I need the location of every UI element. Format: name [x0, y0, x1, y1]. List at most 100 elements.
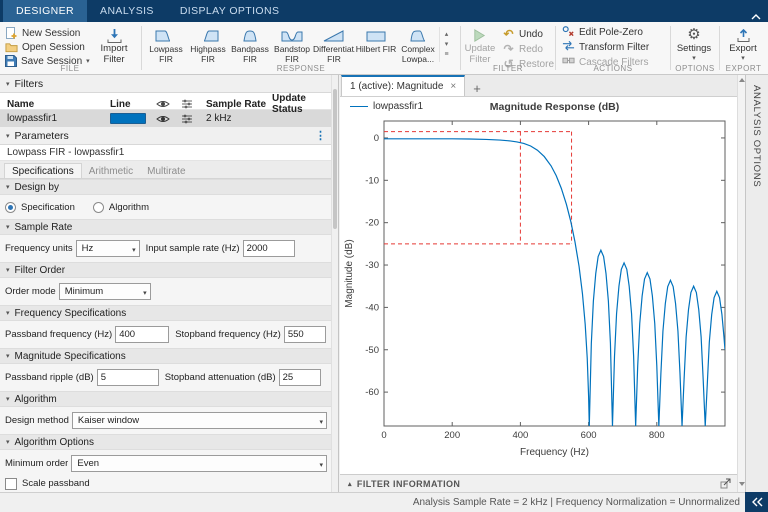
new-session-button[interactable]: New Session — [5, 26, 92, 39]
filter-properties-icon[interactable] — [181, 114, 206, 124]
complex-lowpass-icon — [410, 30, 426, 42]
magnitude-response-plot[interactable]: 0 200 400 600 800 0 -10 -20 -30 -40 -50 -60 Magnitud… — [340, 97, 737, 474]
passband-frequency-field[interactable] — [115, 326, 170, 343]
figure-tab-bar: 1 (active): Magnitude × + — [340, 75, 737, 97]
export-button[interactable]: Export ▾ — [721, 24, 765, 62]
svg-text:-20: -20 — [365, 218, 379, 229]
section-algorithm-options[interactable]: ▾ Algorithm Options — [0, 434, 332, 450]
section-design-by[interactable]: ▾ Design by — [0, 179, 332, 195]
analysis-options-corner-toggle[interactable] — [745, 492, 768, 512]
bandpass-fir-icon — [243, 30, 257, 42]
plot-legend: lowpassfir1 — [346, 100, 428, 113]
filter-information-bar[interactable]: ▴ FILTER INFORMATION — [340, 474, 737, 492]
redo-icon: ↷ — [503, 42, 514, 56]
passband-ripple-field[interactable] — [96, 369, 159, 386]
visibility-column-eye-icon — [156, 99, 181, 109]
new-figure-tab-icon[interactable]: + — [465, 81, 489, 96]
design-method-combo[interactable]: Kaiser window ▾ — [71, 412, 327, 429]
stopband-frequency-field[interactable] — [283, 326, 326, 343]
tab-multirate[interactable]: Multirate — [140, 164, 192, 178]
figure-scrollbar[interactable] — [737, 75, 745, 492]
ribbon-divider — [460, 26, 461, 70]
figure-panel: 1 (active): Magnitude × + 0 200 400 600 800 0… — [340, 75, 737, 492]
gallery-up-icon[interactable]: ▴ — [445, 31, 449, 38]
radio-algorithm[interactable] — [92, 201, 104, 213]
close-tab-icon[interactable]: × — [450, 81, 456, 92]
radio-specification[interactable] — [5, 201, 16, 213]
parameters-menu-icon[interactable]: ⋮ — [315, 129, 326, 142]
section-label-export: EXPORT — [725, 64, 762, 73]
filters-panel-header[interactable]: ▾ Filters — [0, 75, 332, 93]
parameters-subtitle: Lowpass FIR - lowpassfir1 — [0, 145, 332, 161]
minimum-order-combo[interactable]: Even ▾ — [71, 455, 327, 472]
left-panel-scrollbar[interactable] — [331, 75, 338, 492]
popout-icon[interactable] — [720, 478, 731, 491]
left-panel: ▾ Filters Name Line Sample Rate Update S… — [0, 75, 339, 492]
expand-up-icon: ▴ — [348, 480, 352, 488]
legend-line-sample — [350, 106, 368, 107]
edit-pole-zero-button[interactable]: Edit Pole-Zero — [562, 25, 669, 38]
svg-text:Magnitude Response (dB): Magnitude Response (dB) — [490, 101, 620, 113]
figure-tab-magnitude[interactable]: 1 (active): Magnitude × — [341, 75, 466, 96]
redo-button[interactable]: ↷ Redo — [502, 43, 554, 55]
section-algorithm[interactable]: ▾ Algorithm — [0, 391, 332, 407]
svg-text:-30: -30 — [365, 260, 379, 271]
tab-designer[interactable]: DESIGNER — [3, 0, 88, 22]
section-label-options: OPTIONS — [675, 64, 715, 73]
section-sample-rate[interactable]: ▾ Sample Rate — [0, 219, 332, 235]
section-frequency-specifications[interactable]: ▾ Frequency Specifications — [0, 305, 332, 321]
line-color-swatch[interactable] — [110, 113, 146, 124]
differentiator-fir-icon — [323, 30, 344, 42]
status-text: Analysis Sample Rate = 2 kHz | Frequency… — [412, 497, 740, 508]
scrollbar-thumb[interactable] — [333, 89, 337, 229]
import-filter-icon — [106, 27, 123, 44]
status-bar: Analysis Sample Rate = 2 kHz | Frequency… — [0, 492, 768, 512]
svg-text:0: 0 — [374, 133, 379, 144]
gear-icon: ⚙ — [687, 26, 701, 44]
visibility-eye-icon[interactable] — [156, 114, 181, 124]
scroll-up-icon[interactable] — [738, 78, 745, 82]
order-mode-combo[interactable]: Minimum ▾ — [58, 283, 151, 300]
parameters-panel-header[interactable]: ▾ Parameters ⋮ — [0, 127, 332, 145]
bandstop-fir-icon — [281, 31, 303, 42]
combo-caret-icon: ▾ — [143, 290, 147, 297]
collapse-parameters-icon: ▾ — [6, 132, 10, 140]
tab-analysis[interactable]: ANALYSIS — [87, 0, 167, 22]
undo-button[interactable]: ↶ Undo — [502, 28, 554, 40]
frequency-units-combo[interactable]: Hz ▾ — [75, 240, 140, 257]
parameters-tabs: Specifications Arithmetic Multirate — [0, 161, 332, 179]
properties-column-icon — [181, 99, 206, 109]
settings-button[interactable]: ⚙ Settings ▾ — [672, 24, 716, 61]
transform-filter-button[interactable]: Transform Filter — [562, 40, 669, 53]
update-filter-icon — [472, 27, 487, 44]
section-magnitude-specifications[interactable]: ▾ Magnitude Specifications — [0, 348, 332, 364]
svg-text:400: 400 — [512, 430, 528, 441]
ribbon-divider — [719, 26, 720, 70]
open-session-button[interactable]: Open Session — [5, 41, 92, 53]
svg-text:600: 600 — [581, 430, 597, 441]
analysis-options-strip[interactable]: ANALYSIS OPTIONS — [745, 75, 768, 492]
svg-text:-50: -50 — [365, 345, 379, 356]
ribbon-divider — [141, 26, 142, 70]
scale-passband-checkbox[interactable] — [5, 478, 17, 490]
tab-arithmetic[interactable]: Arithmetic — [82, 164, 140, 178]
section-label-file: FILE — [60, 64, 80, 73]
svg-text:0: 0 — [381, 430, 386, 441]
tab-display-options[interactable]: DISPLAY OPTIONS — [167, 0, 293, 22]
figure-area: 0 200 400 600 800 0 -10 -20 -30 -40 -50 -60 Magnitud… — [340, 97, 737, 474]
analysis-options-label: ANALYSIS OPTIONS — [751, 85, 762, 188]
toolstrip-tab-bar: DESIGNER ANALYSIS DISPLAY OPTIONS — [0, 0, 768, 22]
section-label-filter: FILTER — [493, 64, 523, 73]
scroll-down-icon[interactable] — [738, 482, 745, 486]
svg-text:Frequency (Hz): Frequency (Hz) — [520, 447, 589, 458]
section-label-response: RESPONSE — [276, 64, 326, 73]
gallery-down-icon[interactable]: ▾ — [445, 41, 449, 48]
tab-specifications[interactable]: Specifications — [4, 163, 82, 178]
section-filter-order[interactable]: ▾ Filter Order — [0, 262, 332, 278]
svg-text:200: 200 — [444, 430, 460, 441]
gallery-expand-icon[interactable]: ≡ — [444, 51, 448, 58]
stopband-attenuation-field[interactable] — [278, 369, 321, 386]
input-sample-rate-field[interactable] — [242, 240, 295, 257]
double-chevron-left-icon — [751, 497, 762, 507]
ribbon-divider — [555, 26, 556, 70]
